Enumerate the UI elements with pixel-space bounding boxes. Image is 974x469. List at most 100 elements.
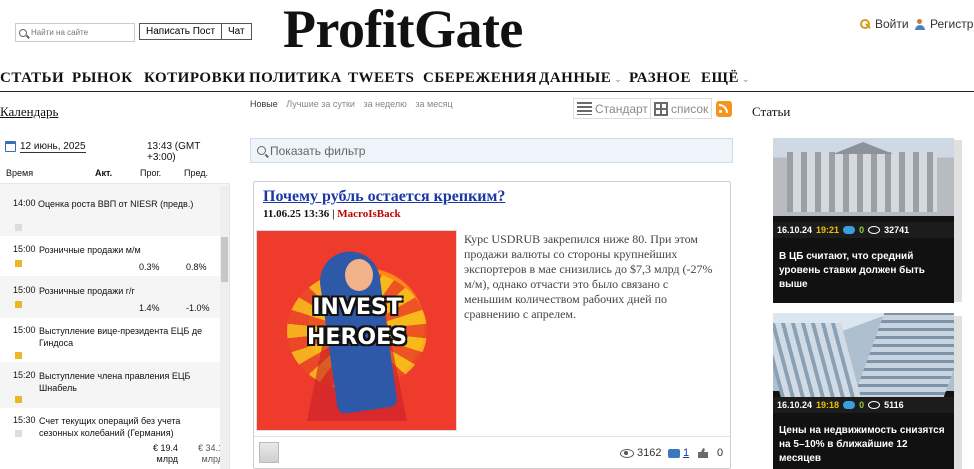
post-image[interactable]: INVEST HEROES: [256, 230, 457, 431]
calendar-event[interactable]: 15:00 Розничные продажи г/г 1.4% -1.0%: [0, 277, 220, 317]
news-title[interactable]: В ЦБ считают, что средний уровень ставки…: [779, 250, 947, 292]
feed-filters: Новые Лучшие за сутки за неделю за месяц: [250, 99, 459, 109]
event-time: 14:00: [13, 198, 36, 208]
meta-separator: |: [332, 208, 335, 220]
calendar-timezone-picker[interactable]: 13:43 (GMT +3:00): [147, 141, 230, 164]
calendar-event[interactable]: 15:00 Выступление вице-президента ЕЦБ де…: [0, 318, 220, 362]
event-time: 15:00: [13, 325, 36, 335]
event-previous: € 34.1 млрд: [197, 443, 223, 464]
nav-data-label: ДАННЫЕ: [539, 70, 612, 86]
calendar-toolbar: 12 июнь, 2025 13:43 (GMT +3:00): [0, 134, 230, 164]
filter-day[interactable]: Лучшие за сутки: [286, 99, 355, 109]
image-hero-head: [345, 259, 373, 291]
post-title[interactable]: Почему рубль остается крепким?: [263, 188, 505, 206]
calendar-event[interactable]: 14:00 Оценка роста ВВП от NIESR (предв.): [0, 192, 220, 236]
nav-item-politics[interactable]: ПОЛИТИКА: [249, 70, 342, 87]
likes-value: 0: [717, 447, 724, 459]
grid-icon: [654, 101, 668, 116]
nav-item-more[interactable]: ЕЩЁ ⌄: [701, 70, 750, 87]
chat-button[interactable]: Чат: [221, 23, 252, 40]
nav-item-quotes[interactable]: КОТИРОВКИ: [144, 70, 246, 87]
post-author[interactable]: MacroIsBack: [337, 208, 400, 220]
search-input[interactable]: [31, 28, 134, 37]
event-name: Розничные продажи г/г: [39, 286, 135, 296]
event-name: Розничные продажи м/м: [39, 245, 141, 255]
register-link[interactable]: Регистра: [915, 17, 974, 31]
comment-icon: [843, 226, 856, 234]
post-date: 11.06.25 13:36: [263, 208, 330, 220]
importance-indicator: [15, 430, 22, 437]
news-title[interactable]: Цены на недвижимость снизятся на 5–10% в…: [779, 424, 947, 466]
write-post-button[interactable]: Написать Пост: [139, 23, 223, 40]
eye-icon: [620, 448, 634, 458]
news-views: 5116: [884, 400, 904, 410]
nav-divider: [0, 91, 974, 92]
nav-item-misc[interactable]: РАЗНОЕ: [629, 70, 691, 87]
users-icon: [915, 18, 926, 30]
comment-icon: [843, 401, 856, 409]
calendar-header: Время Акт. Прог. Пред.: [0, 162, 230, 184]
news-card[interactable]: 16.10.24 19:21 0 32741 В ЦБ считают, что…: [773, 138, 954, 303]
view-list-button[interactable]: список: [650, 98, 713, 119]
importance-indicator: [15, 352, 22, 359]
post-footer: 3162 1 0: [254, 436, 730, 468]
event-forecast: 1.4%: [139, 303, 160, 313]
search-box[interactable]: [15, 23, 135, 42]
nav-item-savings[interactable]: СБЕРЕЖЕНИЯ: [423, 70, 537, 87]
likes-count[interactable]: 0: [698, 447, 723, 459]
calendar-date-picker[interactable]: 12 июнь, 2025: [20, 141, 86, 153]
event-forecast: 0.3%: [139, 262, 160, 272]
calendar-event[interactable]: 15:20 Выступление члена правления ЕЦБ Шн…: [0, 363, 220, 407]
calendar-event[interactable]: 15:00 Розничные продажи м/м 0.3% 0.8%: [0, 236, 220, 276]
event-time: 15:00: [13, 244, 36, 254]
news-comments: 0: [859, 225, 865, 235]
view-list-label: список: [671, 101, 709, 116]
nav-more-label: ЕЩЁ: [701, 70, 739, 86]
news-stats: 16.10.24 19:21 0 32741: [773, 222, 954, 238]
sidebar-title: Статьи: [752, 104, 791, 119]
card-shadow: [954, 316, 962, 469]
calendar-event[interactable]: 15:30 Счет текущих операций без учета се…: [0, 408, 223, 469]
comments-value[interactable]: 1: [683, 447, 689, 459]
view-standard-button[interactable]: Стандарт: [573, 98, 652, 119]
comments-count[interactable]: 1: [668, 447, 689, 459]
news-date: 16.10.24: [777, 225, 813, 235]
event-name: Оценка роста ВВП от NIESR (предв.): [38, 199, 194, 209]
event-previous: 0.8%: [186, 262, 207, 272]
news-date: 16.10.24: [777, 400, 813, 410]
filter-new[interactable]: Новые: [250, 99, 278, 109]
importance-indicator: [15, 260, 22, 267]
calendar-scrollbar[interactable]: [220, 186, 229, 469]
filter-week[interactable]: за неделю: [363, 99, 406, 109]
filter-month[interactable]: за месяц: [415, 99, 452, 109]
nav-item-articles[interactable]: СТАТЬИ: [0, 70, 64, 87]
news-stats: 16.10.24 19:18 0 5116: [773, 397, 954, 413]
site-logo[interactable]: ProfitGate: [283, 0, 523, 60]
scrollbar-thumb[interactable]: [221, 237, 228, 282]
login-link[interactable]: Войти: [860, 17, 909, 31]
views-value: 3162: [637, 447, 662, 459]
news-card[interactable]: 16.10.24 19:18 0 5116 Цены на недвижимос…: [773, 313, 954, 469]
avatar[interactable]: [259, 442, 279, 463]
image-logo-text: INVEST HEROES: [287, 293, 427, 353]
show-filter-label: Показать фильтр: [270, 143, 366, 158]
importance-indicator: [15, 396, 22, 403]
comment-icon: [668, 448, 680, 458]
nav-item-tweets[interactable]: TWEETS: [348, 70, 414, 87]
search-icon: [257, 146, 266, 155]
importance-indicator: [15, 301, 22, 308]
calendar-link[interactable]: Календарь: [0, 104, 58, 120]
news-comments: 0: [859, 400, 865, 410]
news-views: 32741: [884, 225, 910, 235]
event-forecast: € 19.4 млрд: [152, 443, 178, 464]
news-image[interactable]: [773, 313, 954, 391]
image-text-heroes: HEROES: [307, 325, 407, 350]
col-actual: Акт.: [95, 168, 113, 178]
nav-item-market[interactable]: РЫНОК: [72, 70, 133, 87]
news-image[interactable]: [773, 138, 954, 216]
nav-item-data[interactable]: ДАННЫЕ ⌄: [539, 70, 622, 87]
show-filter-button[interactable]: Показать фильтр: [250, 138, 733, 163]
rss-icon[interactable]: [716, 101, 732, 117]
thumbs-up-icon[interactable]: [698, 448, 708, 458]
event-name: Выступление вице-президента ЕЦБ де Гиндо…: [39, 326, 203, 348]
